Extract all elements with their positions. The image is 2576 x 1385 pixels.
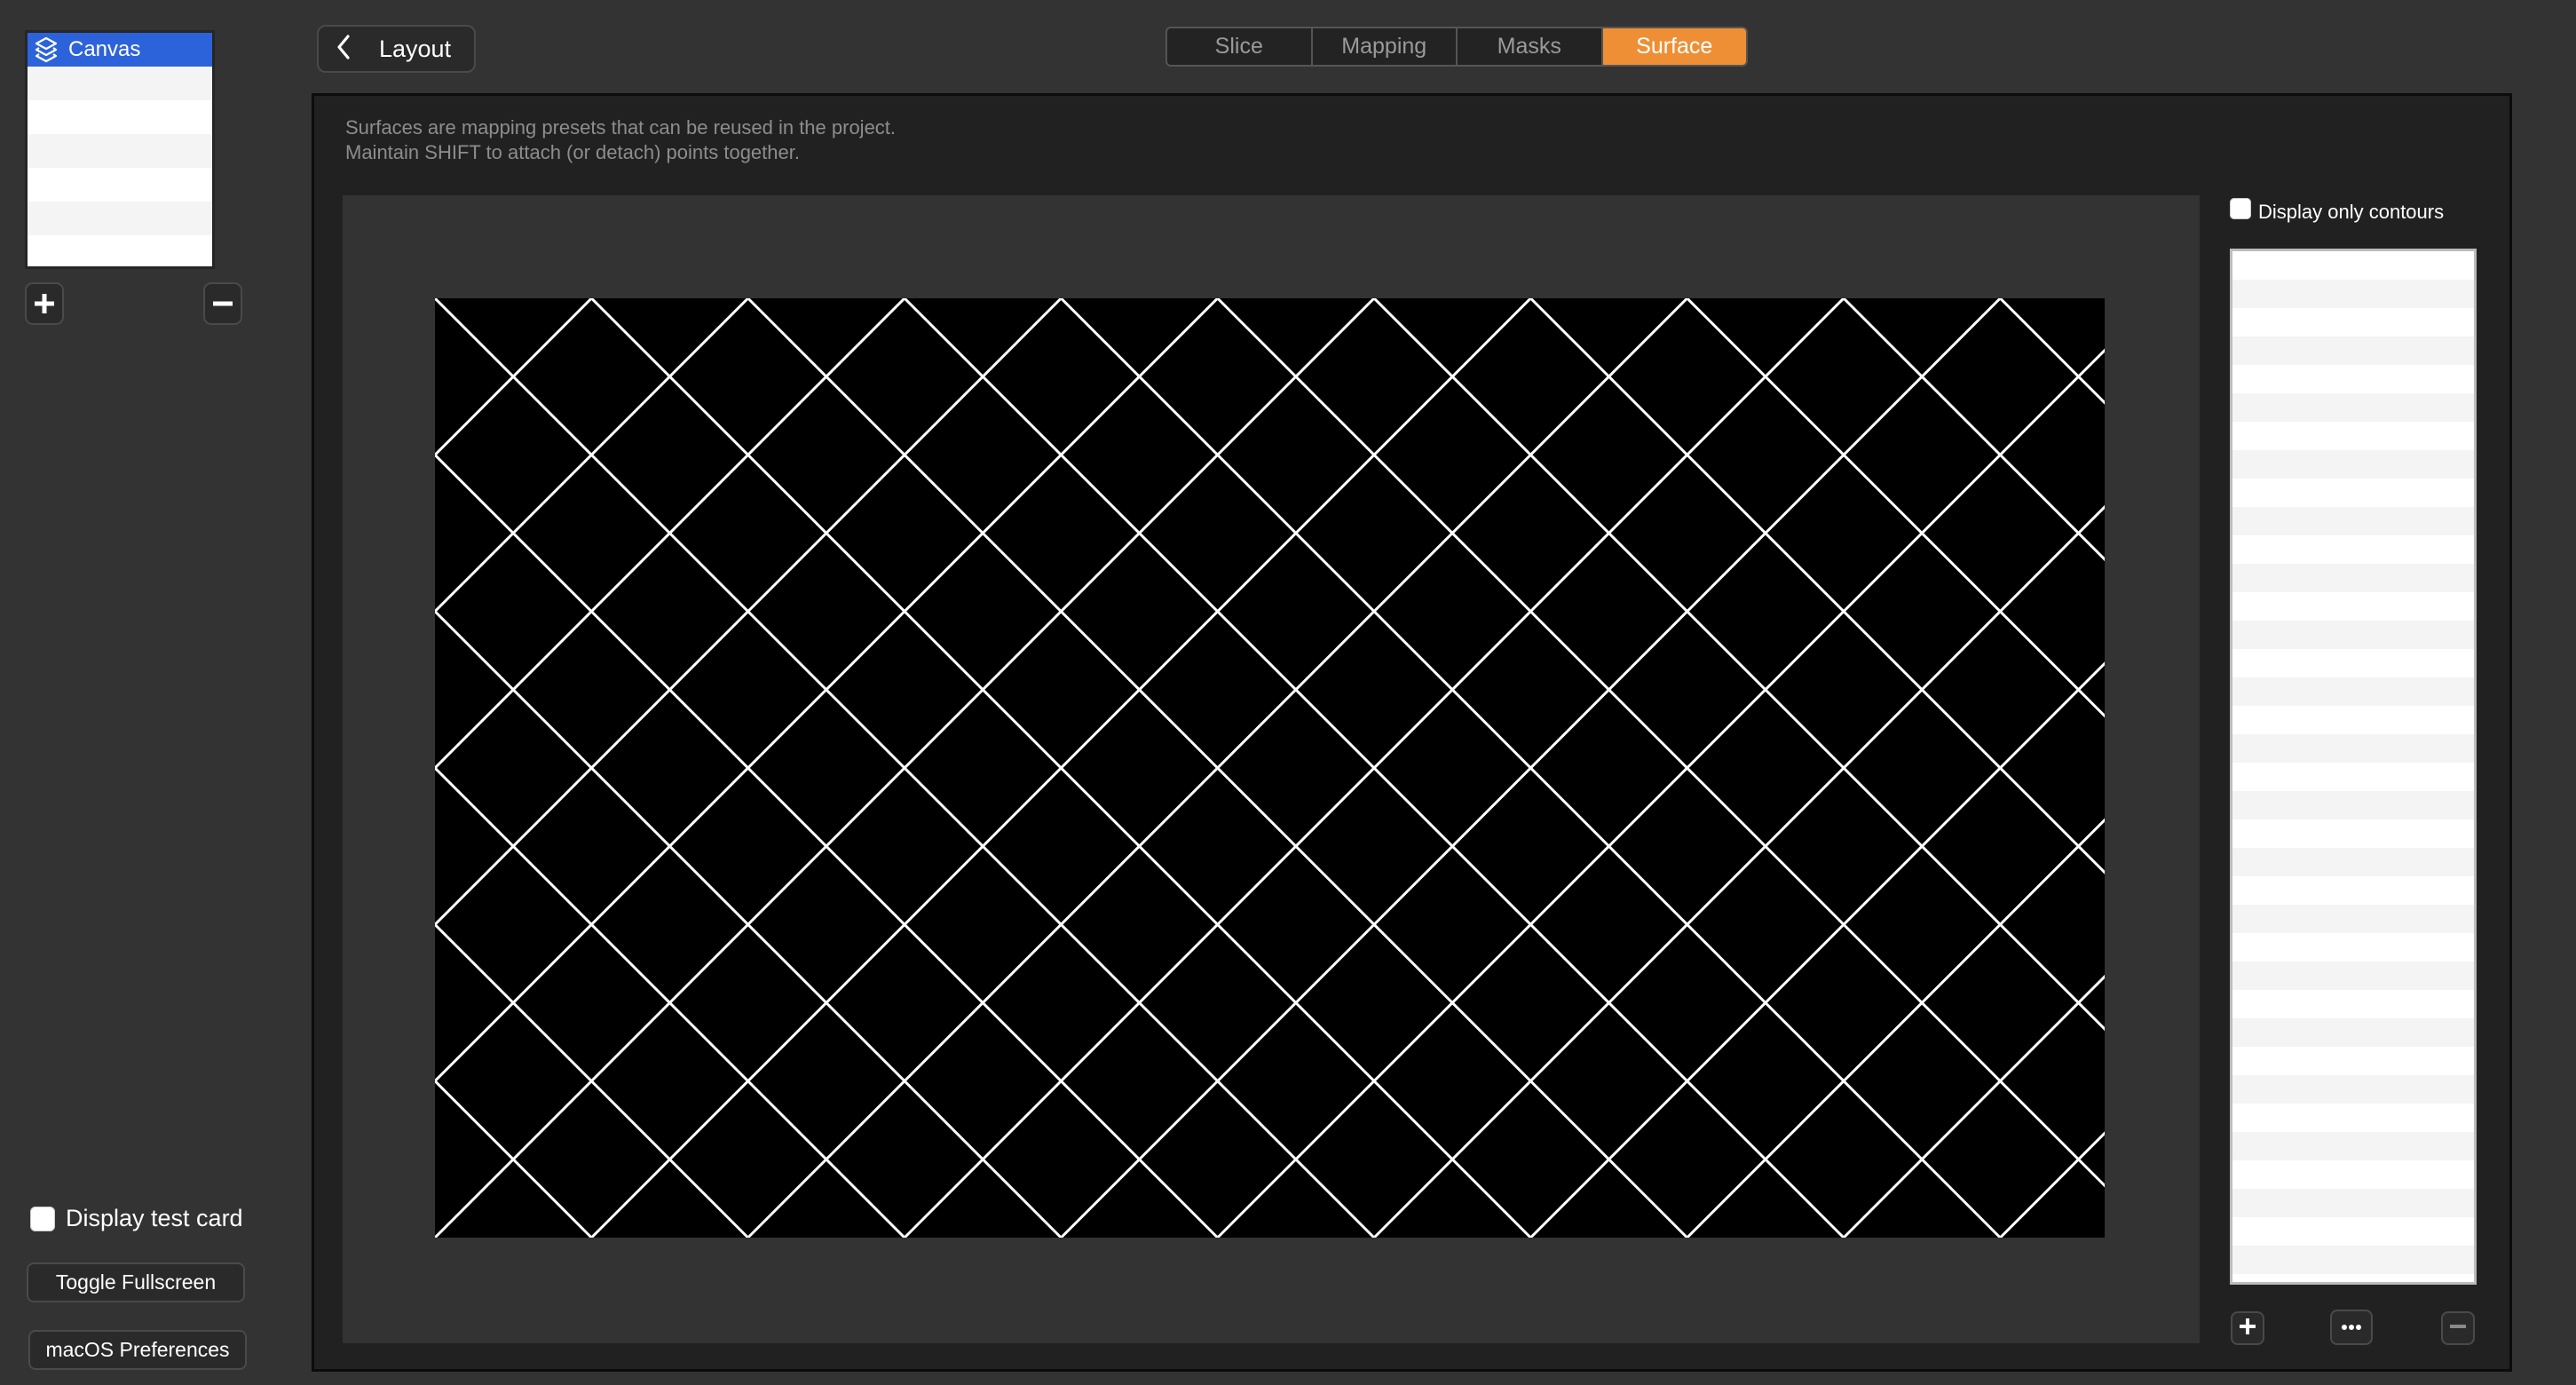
surface-empty-row bbox=[2232, 1274, 2474, 1282]
surface-empty-row bbox=[2232, 280, 2474, 308]
surface-canvas[interactable] bbox=[435, 298, 2105, 1238]
tab-masks[interactable]: Masks bbox=[1458, 28, 1603, 65]
surface-empty-row bbox=[2232, 734, 2474, 763]
layer-empty-row bbox=[28, 67, 212, 100]
surface-empty-row bbox=[2232, 962, 2474, 990]
add-surface-button[interactable] bbox=[2231, 1311, 2264, 1345]
surface-empty-row bbox=[2232, 1104, 2474, 1132]
grid-line bbox=[1529, 661, 2105, 1238]
surface-empty-row bbox=[2232, 450, 2474, 479]
surface-empty-row bbox=[2232, 1246, 2474, 1274]
grid-line bbox=[435, 453, 1219, 1238]
surface-empty-row bbox=[2232, 649, 2474, 677]
surface-empty-row bbox=[2232, 535, 2474, 564]
surface-empty-row bbox=[2232, 621, 2474, 649]
macos-preferences-button[interactable]: macOS Preferences bbox=[28, 1330, 247, 1370]
surface-empty-row bbox=[2232, 1160, 2474, 1189]
surface-empty-row bbox=[2232, 706, 2474, 734]
layer-empty-row bbox=[28, 100, 212, 134]
plus-icon bbox=[34, 293, 55, 314]
minus-icon bbox=[212, 293, 233, 314]
grid-line bbox=[1372, 298, 2105, 1032]
tab-mapping[interactable]: Mapping bbox=[1313, 28, 1458, 65]
surface-empty-row bbox=[2232, 592, 2474, 621]
surface-empty-row bbox=[2232, 393, 2474, 422]
surface-empty-row bbox=[2232, 990, 2474, 1018]
remove-surface-button[interactable] bbox=[2441, 1311, 2475, 1345]
surface-empty-row bbox=[2232, 933, 2474, 962]
plus-icon bbox=[2239, 1318, 2256, 1340]
display-only-contours-label: Display only contours bbox=[2258, 201, 2445, 223]
surface-empty-row bbox=[2232, 876, 2474, 905]
layer-item-label: Canvas bbox=[68, 37, 141, 61]
surface-empty-row bbox=[2232, 422, 2474, 450]
layer-empty-row bbox=[28, 235, 212, 266]
back-button-label: Layout bbox=[379, 35, 452, 62]
grid-line bbox=[435, 1079, 593, 1238]
surface-empty-row bbox=[2232, 1075, 2474, 1104]
layer-empty-row bbox=[28, 168, 212, 202]
surface-empty-row bbox=[2232, 1132, 2474, 1160]
layers-icon bbox=[33, 36, 59, 63]
display-only-contours-toggle[interactable]: Display only contours bbox=[2230, 197, 2444, 223]
layer-empty-row bbox=[28, 202, 212, 235]
mapping-grid[interactable] bbox=[435, 298, 2105, 1238]
grid-line bbox=[1686, 298, 2105, 718]
layer-empty-row bbox=[28, 134, 212, 168]
description-line-2: Maintain SHIFT to attach (or detach) poi… bbox=[345, 141, 800, 163]
surface-empty-row bbox=[2232, 336, 2474, 365]
display-test-card-toggle[interactable]: Display test card bbox=[30, 1205, 243, 1232]
surface-empty-row bbox=[2232, 677, 2474, 706]
display-test-card-label: Display test card bbox=[66, 1205, 243, 1231]
surface-empty-row bbox=[2232, 1047, 2474, 1075]
surface-empty-row bbox=[2232, 791, 2474, 819]
description-line-1: Surfaces are mapping presets that can be… bbox=[345, 116, 897, 138]
grid-line bbox=[1842, 298, 2105, 562]
tab-surface[interactable]: Surface bbox=[1602, 28, 1746, 65]
surface-empty-row bbox=[2232, 1018, 2474, 1047]
surface-empty-row bbox=[2232, 1217, 2474, 1246]
add-layer-button[interactable] bbox=[25, 282, 64, 325]
surface-empty-row bbox=[2232, 564, 2474, 592]
ellipsis-icon bbox=[2341, 1319, 2362, 1335]
grid-line bbox=[1842, 974, 2105, 1238]
grid-line bbox=[435, 765, 906, 1238]
remove-layer-button[interactable] bbox=[203, 282, 242, 325]
grid-line bbox=[435, 298, 1219, 1083]
surface-empty-row bbox=[2232, 479, 2474, 507]
surface-empty-row bbox=[2232, 308, 2474, 336]
grid-line bbox=[1686, 818, 2105, 1238]
surface-empty-row bbox=[2232, 507, 2474, 535]
grid-line bbox=[435, 298, 593, 457]
surface-empty-row bbox=[2232, 1189, 2474, 1217]
surface-empty-row bbox=[2232, 251, 2474, 280]
surface-empty-row bbox=[2232, 819, 2474, 848]
back-to-layout-button[interactable]: Layout bbox=[317, 25, 476, 73]
grid-line bbox=[435, 298, 906, 771]
chevron-left-icon bbox=[335, 34, 356, 65]
grid-line bbox=[1372, 504, 2105, 1238]
grid-line bbox=[1216, 298, 2105, 1188]
toggle-fullscreen-button[interactable]: Toggle Fullscreen bbox=[27, 1262, 245, 1302]
tab-slice[interactable]: Slice bbox=[1167, 28, 1313, 65]
surface-empty-row bbox=[2232, 365, 2474, 393]
layer-item-canvas[interactable]: Canvas bbox=[28, 33, 212, 67]
minus-icon bbox=[2449, 1318, 2467, 1340]
surface-options-button[interactable] bbox=[2330, 1310, 2373, 1345]
layer-list[interactable]: Canvas bbox=[25, 30, 215, 269]
surface-empty-row bbox=[2232, 763, 2474, 791]
surface-list[interactable] bbox=[2230, 249, 2477, 1285]
surface-stage[interactable] bbox=[343, 195, 2200, 1343]
surface-editor-panel: Surfaces are mapping presets that can be… bbox=[312, 93, 2512, 1372]
surface-description: Surfaces are mapping presets that can be… bbox=[345, 115, 896, 165]
surface-empty-row bbox=[2232, 848, 2474, 876]
display-test-card-checkbox[interactable] bbox=[30, 1206, 55, 1231]
grid-line bbox=[1216, 348, 2105, 1238]
surface-empty-row bbox=[2232, 905, 2474, 933]
mode-tabs: Slice Mapping Masks Surface bbox=[1166, 27, 1748, 67]
display-only-contours-checkbox[interactable] bbox=[2230, 198, 2251, 219]
grid-line bbox=[1529, 298, 2105, 875]
